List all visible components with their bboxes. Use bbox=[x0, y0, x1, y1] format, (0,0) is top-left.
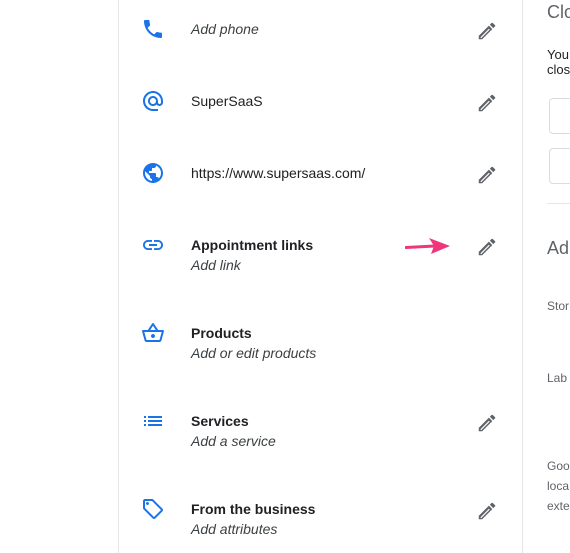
appointment-links-title: Appointment links bbox=[191, 237, 314, 253]
right-label-labels: Lab bbox=[547, 371, 568, 385]
link-icon bbox=[141, 233, 169, 261]
right-small-line3: exte bbox=[547, 499, 570, 513]
pencil-icon bbox=[478, 414, 496, 432]
business-info-panel: Add phone SuperSaaS https://www.supersaa… bbox=[118, 0, 523, 553]
basket-icon bbox=[141, 321, 169, 349]
website-url[interactable]: https://www.supersaas.com/ bbox=[191, 163, 365, 183]
row-website-name[interactable]: SuperSaaS bbox=[119, 82, 522, 126]
edit-from-the-business-button[interactable] bbox=[473, 497, 501, 525]
phone-placeholder[interactable]: Add phone bbox=[191, 19, 259, 39]
right-pane: Clo You clos Ad Stor Lab Goo loca exte bbox=[523, 0, 570, 553]
right-input-2[interactable] bbox=[549, 148, 570, 184]
services-placeholder[interactable]: Add a service bbox=[191, 431, 276, 451]
right-text-line1: You bbox=[547, 47, 569, 62]
pencil-icon bbox=[478, 166, 496, 184]
right-small-line1: Goo bbox=[547, 459, 570, 473]
edit-website-button[interactable] bbox=[473, 161, 501, 189]
right-label-store: Stor bbox=[547, 299, 570, 313]
left-gutter bbox=[0, 0, 118, 553]
row-phone[interactable]: Add phone bbox=[119, 10, 522, 54]
from-the-business-title: From the business bbox=[191, 501, 316, 517]
phone-icon bbox=[141, 17, 169, 45]
services-title: Services bbox=[191, 413, 249, 429]
list-icon bbox=[141, 409, 169, 437]
appointment-links-placeholder[interactable]: Add link bbox=[191, 255, 313, 275]
website-name-value: SuperSaaS bbox=[191, 93, 263, 109]
pencil-icon bbox=[478, 22, 496, 40]
pencil-icon bbox=[478, 94, 496, 112]
right-input-1[interactable] bbox=[549, 98, 570, 134]
edit-services-button[interactable] bbox=[473, 409, 501, 437]
tag-icon bbox=[141, 497, 169, 525]
row-website[interactable]: https://www.supersaas.com/ bbox=[119, 154, 522, 198]
pencil-icon bbox=[478, 502, 496, 520]
row-services[interactable]: Services Add a service bbox=[119, 402, 522, 449]
row-appointment-links[interactable]: Appointment links Add link bbox=[119, 226, 522, 273]
edit-appointment-links-button[interactable] bbox=[473, 233, 501, 261]
products-placeholder[interactable]: Add or edit products bbox=[191, 343, 316, 363]
right-divider bbox=[547, 203, 570, 204]
products-title: Products bbox=[191, 325, 252, 341]
right-text-line2: clos bbox=[547, 62, 570, 77]
right-small-line2: loca bbox=[547, 479, 570, 493]
right-heading-add: Ad bbox=[547, 238, 570, 258]
edit-phone-button[interactable] bbox=[473, 17, 501, 45]
edit-website-name-button[interactable] bbox=[473, 89, 501, 117]
row-from-the-business[interactable]: From the business Add attributes bbox=[119, 490, 522, 537]
at-sign-icon bbox=[141, 89, 169, 117]
right-heading-close: Clo bbox=[547, 2, 570, 22]
row-products[interactable]: Products Add or edit products bbox=[119, 314, 522, 361]
globe-icon bbox=[141, 161, 169, 189]
pencil-icon bbox=[478, 238, 496, 256]
from-the-business-placeholder[interactable]: Add attributes bbox=[191, 519, 315, 539]
annotation-arrow-icon bbox=[405, 238, 450, 254]
